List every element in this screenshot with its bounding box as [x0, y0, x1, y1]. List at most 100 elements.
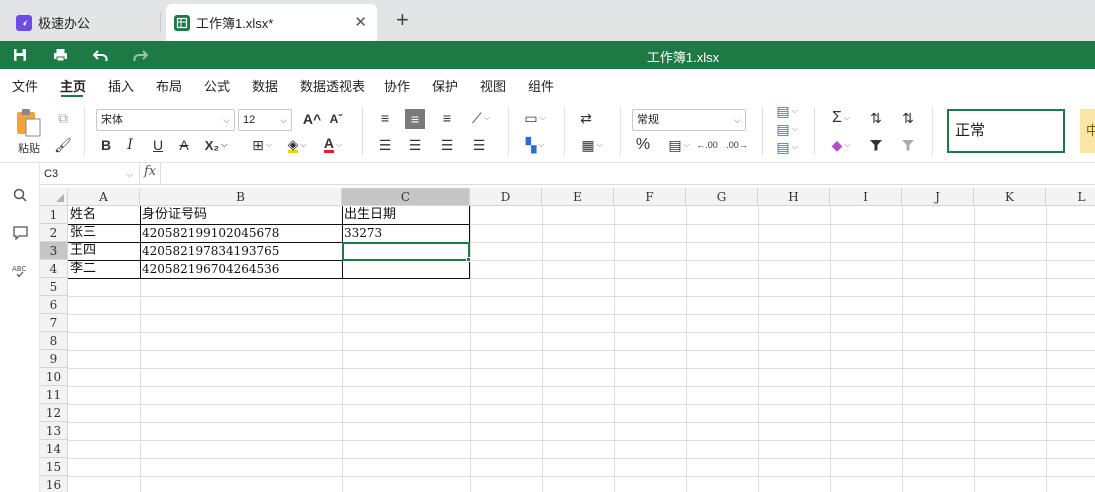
row-header-3[interactable]: 3 — [40, 242, 68, 260]
align-bottom-icon[interactable]: ≡ — [438, 109, 456, 127]
column-header-C[interactable]: C — [342, 188, 470, 206]
cell-A4[interactable]: 李二 — [68, 260, 96, 278]
fill-handle[interactable] — [466, 257, 471, 262]
column-header-F[interactable]: F — [614, 188, 686, 206]
menu-pivot[interactable]: 数据透视表 — [300, 76, 365, 95]
conditional-format-icon[interactable]: ▦ ⌵ — [576, 136, 608, 154]
row-header-7[interactable]: 7 — [40, 314, 68, 332]
cell-A1[interactable]: 姓名 — [68, 206, 96, 224]
underline-button[interactable]: U — [150, 136, 166, 154]
column-header-I[interactable]: I — [830, 188, 902, 206]
selected-cell-C3[interactable] — [342, 242, 470, 261]
row-header-2[interactable]: 2 — [40, 224, 68, 242]
menu-data[interactable]: 数据 — [252, 76, 278, 95]
cell-B1[interactable]: 身份证号码 — [140, 206, 207, 224]
row-header-9[interactable]: 9 — [40, 350, 68, 368]
cell-A2[interactable]: 张三 — [68, 224, 96, 242]
function-icon[interactable]: fx — [144, 164, 156, 179]
format-painter-icon[interactable]: 🖌 — [54, 136, 72, 154]
cell-B2[interactable]: 420582199102045678 — [140, 224, 279, 242]
percent-button[interactable]: % — [632, 136, 654, 154]
font-name-select[interactable]: 宋体 ⌵ — [96, 109, 235, 131]
align-middle-icon[interactable]: ≡ — [405, 109, 425, 129]
row-header-4[interactable]: 4 — [40, 260, 68, 278]
select-all-corner[interactable] — [40, 188, 68, 206]
column-header-B[interactable]: B — [140, 188, 342, 206]
column-header-H[interactable]: H — [758, 188, 830, 206]
cell-style-neutral[interactable]: 中 — [1080, 109, 1095, 153]
increase-decimal-button[interactable]: ←.00 — [696, 136, 718, 154]
row-header-5[interactable]: 5 — [40, 278, 68, 296]
row-header-15[interactable]: 15 — [40, 458, 68, 476]
cell-B4[interactable]: 420582196704264536 — [140, 260, 279, 278]
spreadsheet-grid[interactable]: A B C D E F G H I J K L 1 2 3 4 5 6 7 8 … — [40, 188, 1095, 492]
cell-C1[interactable]: 出生日期 — [342, 206, 396, 224]
justify-icon[interactable]: ☰ — [470, 136, 488, 154]
close-tab-icon[interactable]: ✕ — [354, 13, 367, 31]
paste-icon[interactable] — [14, 107, 44, 139]
align-right-icon[interactable]: ☰ — [438, 136, 456, 154]
sort-descending-icon[interactable]: ⇅ — [898, 109, 918, 127]
menu-protect[interactable]: 保护 — [432, 76, 458, 95]
align-center-icon[interactable]: ☰ — [406, 136, 424, 154]
decrease-decimal-button[interactable]: .00→ — [726, 136, 748, 154]
row-header-13[interactable]: 13 — [40, 422, 68, 440]
menu-formula[interactable]: 公式 — [204, 76, 230, 95]
row-header-16[interactable]: 16 — [40, 476, 68, 492]
cell-B3[interactable]: 420582197834193765 — [140, 242, 279, 260]
column-header-A[interactable]: A — [68, 188, 140, 206]
tab-home[interactable]: 极速办公 — [8, 4, 160, 41]
tab-workbook[interactable]: 工作簿1.xlsx* ✕ — [166, 4, 377, 41]
menu-collab[interactable]: 协作 — [384, 76, 410, 95]
filter-icon[interactable] — [866, 136, 886, 154]
column-header-E[interactable]: E — [542, 188, 614, 206]
clear-filter-icon[interactable] — [898, 136, 918, 154]
spellcheck-icon[interactable]: ABC — [10, 261, 30, 281]
strikethrough-button[interactable]: A — [176, 136, 192, 154]
align-left-icon[interactable]: ☰ — [376, 136, 394, 154]
column-header-L[interactable]: L — [1046, 188, 1095, 206]
row-header-12[interactable]: 12 — [40, 404, 68, 422]
align-top-icon[interactable]: ≡ — [376, 109, 394, 127]
comment-icon[interactable] — [10, 223, 30, 243]
menu-file[interactable]: 文件 — [12, 76, 38, 95]
menu-components[interactable]: 组件 — [528, 76, 554, 95]
column-header-J[interactable]: J — [902, 188, 974, 206]
cell-style-normal[interactable]: 正常 — [947, 109, 1065, 153]
row-header-10[interactable]: 10 — [40, 368, 68, 386]
italic-button[interactable]: I — [122, 136, 138, 154]
row-header-11[interactable]: 11 — [40, 386, 68, 404]
merge-cells-icon[interactable]: ▚ ⌵ — [520, 136, 550, 154]
menu-view[interactable]: 视图 — [480, 76, 506, 95]
row-header-6[interactable]: 6 — [40, 296, 68, 314]
row-header-8[interactable]: 8 — [40, 332, 68, 350]
cell-C2[interactable]: 33273 — [342, 224, 382, 242]
grow-font-button[interactable]: A^ — [302, 109, 322, 129]
column-header-D[interactable]: D — [470, 188, 542, 206]
column-header-K[interactable]: K — [974, 188, 1046, 206]
sort-ascending-icon[interactable]: ⇅ — [866, 109, 886, 127]
column-header-G[interactable]: G — [686, 188, 758, 206]
delete-cells-icon[interactable]: ▤ ⌵ — [772, 121, 802, 137]
new-tab-button[interactable]: + — [396, 9, 409, 31]
shrink-font-button[interactable]: Aˇ — [326, 109, 346, 129]
font-size-select[interactable]: 12 ⌵ — [238, 109, 292, 131]
eraser-icon[interactable]: ◆ ⌵ — [826, 136, 856, 154]
copy-icon[interactable]: ⧉ — [54, 109, 72, 127]
wrap-text-icon[interactable]: ▭ ⌵ — [520, 109, 550, 127]
bold-button[interactable]: B — [98, 136, 114, 154]
menu-layout[interactable]: 布局 — [156, 76, 182, 95]
row-header-14[interactable]: 14 — [40, 440, 68, 458]
format-cells-icon[interactable]: ▤ ⌵ — [772, 139, 802, 155]
menu-home[interactable]: 主页 — [60, 76, 86, 95]
cell-A3[interactable]: 王四 — [68, 242, 96, 260]
font-color-button[interactable]: A ⌵ — [318, 136, 348, 154]
borders-button[interactable]: ⊞ ⌵ — [248, 136, 276, 154]
subscript-button[interactable]: X₂ ⌵ — [202, 136, 230, 154]
insert-cells-icon[interactable]: ▤ ⌵ — [772, 103, 802, 119]
convert-icon[interactable]: ⇄ — [576, 109, 596, 127]
menu-insert[interactable]: 插入 — [108, 76, 134, 95]
fill-color-button[interactable]: ◈ ⌵ — [282, 136, 312, 154]
number-format-select[interactable]: 常规 ⌵ — [632, 109, 746, 131]
text-orientation-icon[interactable]: ⟋ ⌵ — [466, 109, 496, 127]
